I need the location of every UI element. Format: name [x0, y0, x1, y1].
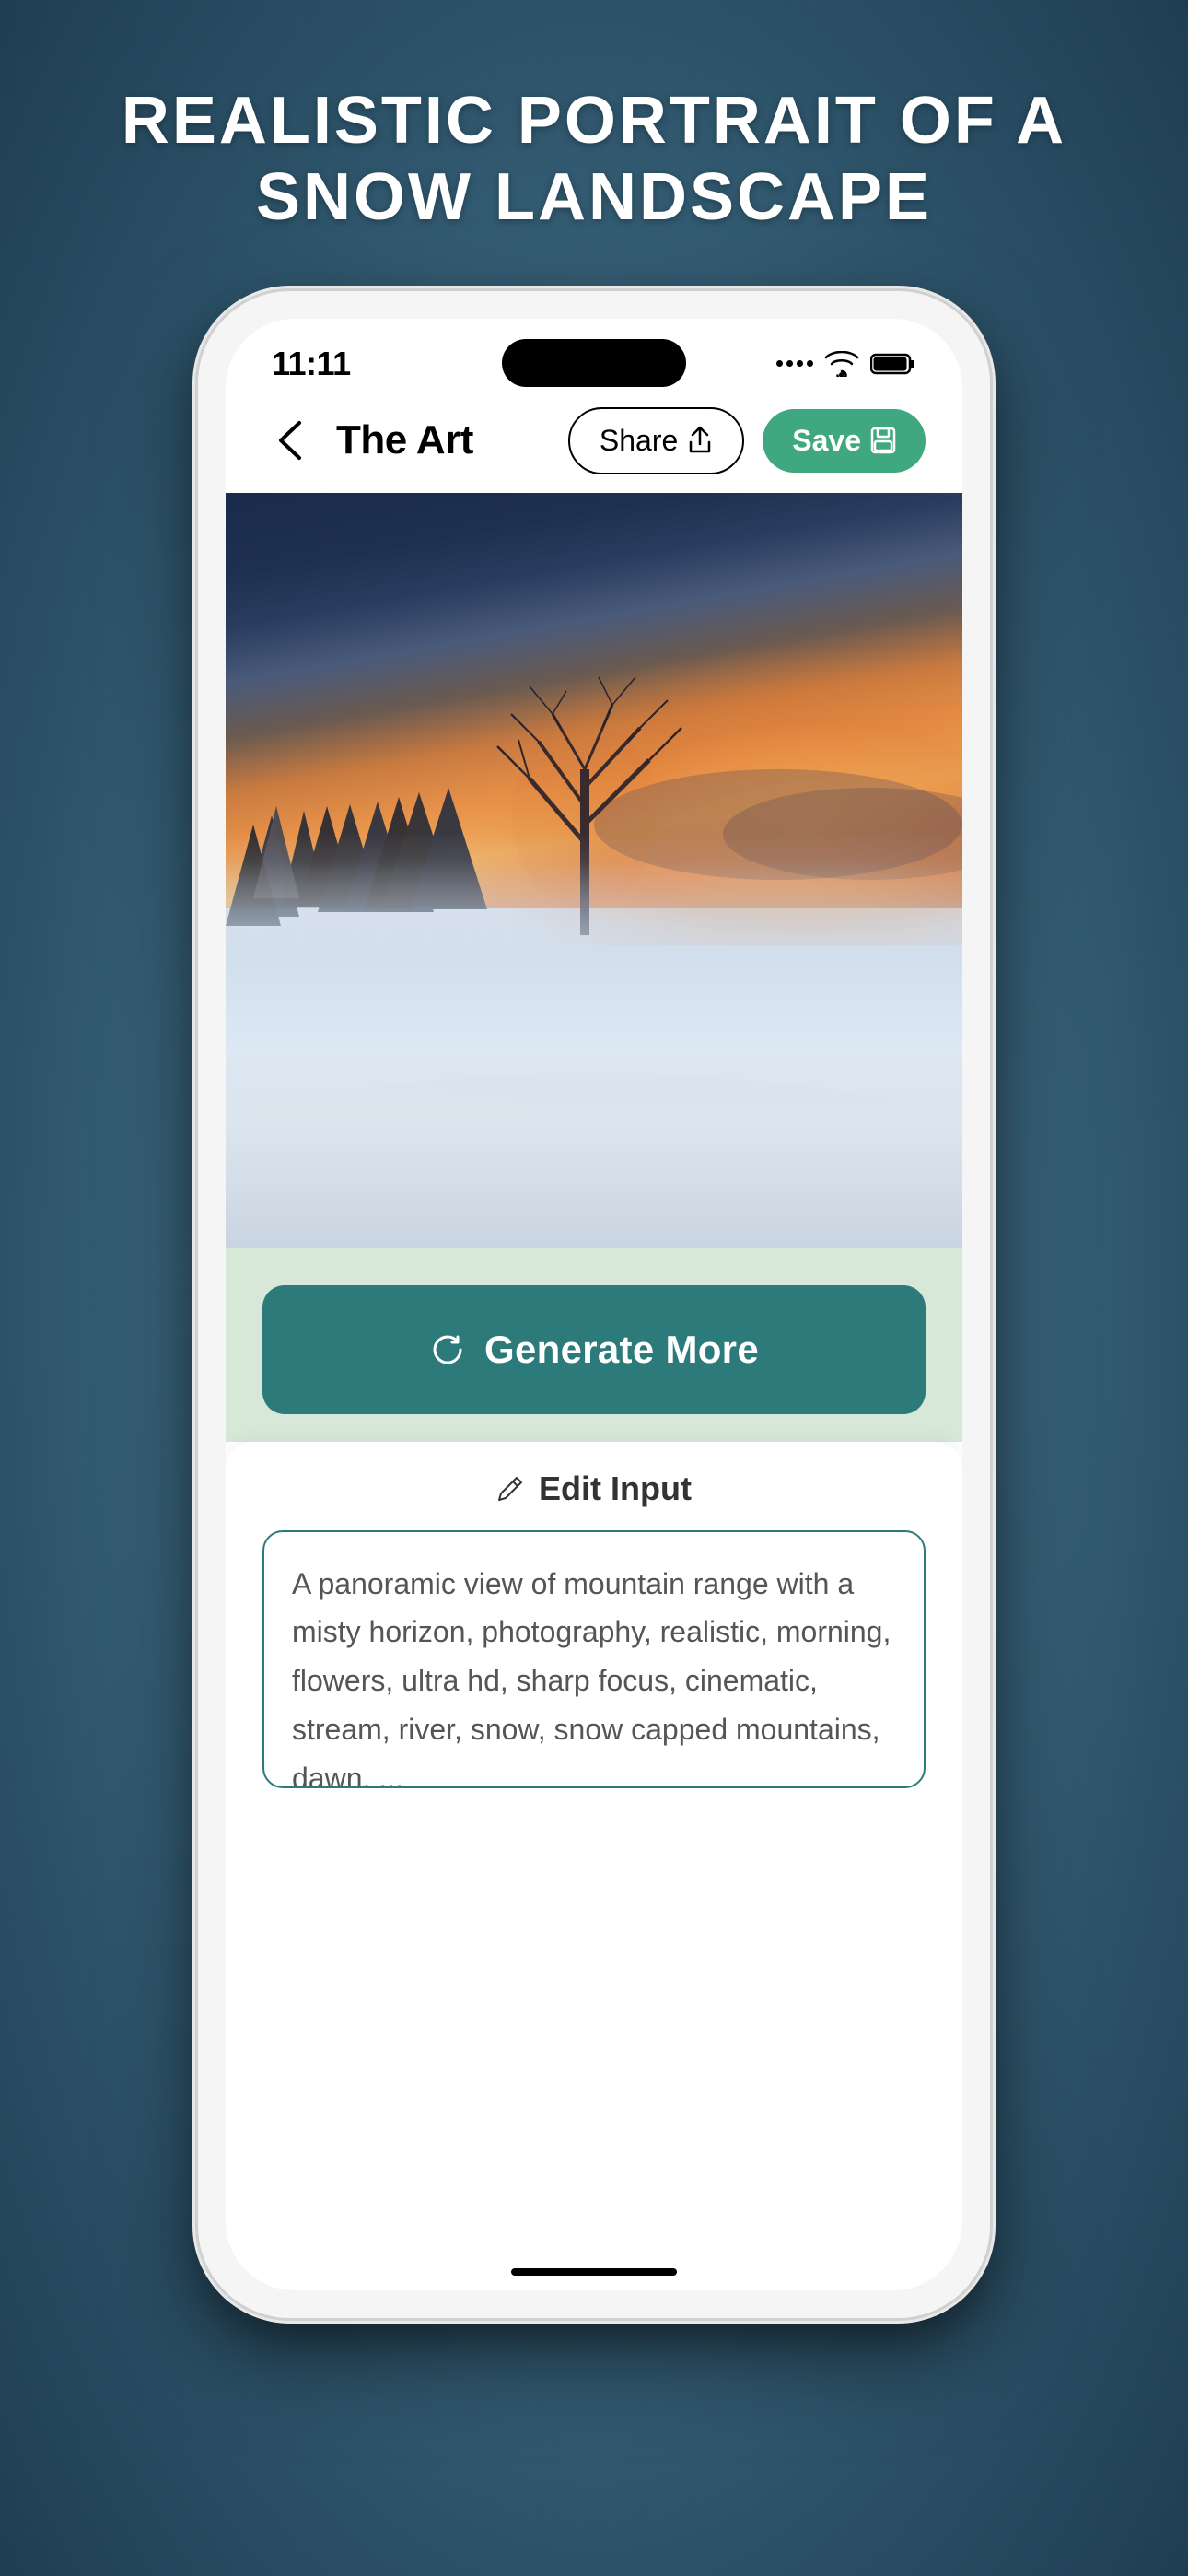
- save-button[interactable]: Save: [763, 409, 926, 473]
- art-image: [226, 493, 962, 1248]
- share-button[interactable]: Share: [568, 407, 744, 474]
- nav-title: The Art: [336, 417, 550, 463]
- pencil-icon: [496, 1475, 524, 1503]
- mist-layer: [226, 833, 962, 1248]
- generate-more-button[interactable]: Generate More: [262, 1285, 926, 1414]
- edit-input-label: Edit Input: [539, 1469, 692, 1508]
- phone-frame: 11:11: [198, 291, 990, 2318]
- phone-screen: 11:11: [226, 319, 962, 2290]
- save-label: Save: [792, 424, 861, 458]
- share-label: Share: [600, 424, 678, 458]
- wifi-icon: [824, 351, 859, 377]
- status-bar: 11:11: [226, 319, 962, 392]
- status-icons: [776, 351, 916, 377]
- edit-header: Edit Input: [262, 1469, 926, 1508]
- home-indicator: [226, 2254, 962, 2290]
- nav-bar: The Art Share Save: [226, 392, 962, 493]
- page-title: REALISTIC PORTRAIT OF A SNOW LANDSCAPE: [0, 0, 1188, 291]
- home-bar: [511, 2268, 677, 2276]
- signal-icon: [776, 360, 813, 367]
- battery-icon: [870, 351, 916, 377]
- back-button[interactable]: [262, 413, 318, 468]
- refresh-icon: [429, 1331, 466, 1368]
- action-area: Generate More: [226, 1248, 962, 1442]
- edit-section: Edit Input: [226, 1442, 962, 2254]
- dynamic-island: [502, 339, 686, 387]
- prompt-textarea[interactable]: [262, 1530, 926, 1788]
- generate-more-label: Generate More: [484, 1328, 759, 1372]
- status-time: 11:11: [272, 345, 351, 383]
